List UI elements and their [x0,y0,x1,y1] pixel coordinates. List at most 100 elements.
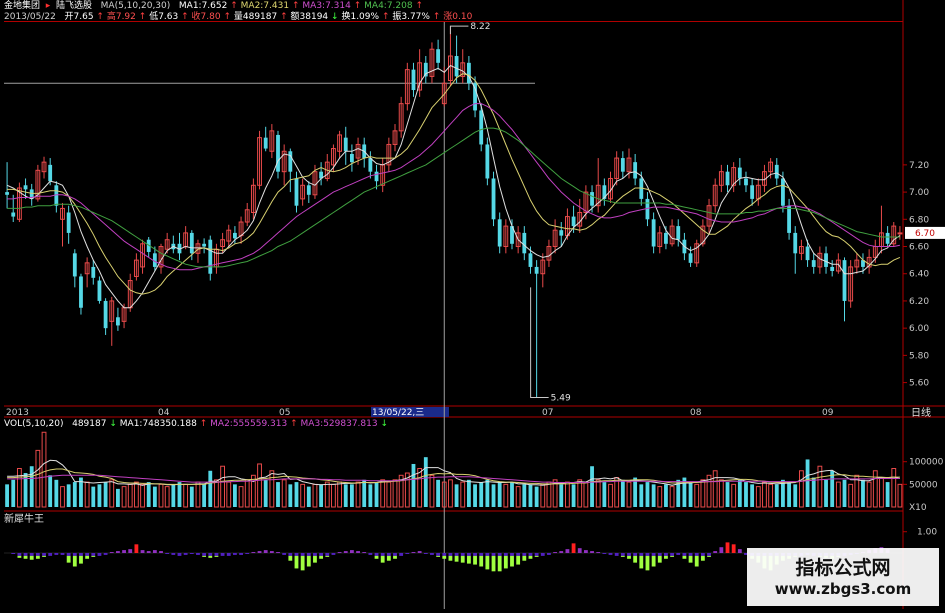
vol-params[interactable]: VOL(5,10,20) [4,419,63,429]
volume-bar-up [250,474,256,508]
indicator-bar-negative [510,555,514,567]
volume-header: VOL(5,10,20) 489187 ↓ MA1:748350.188 ↑ M… [4,419,388,430]
price-tick-label: 5.80 [909,351,929,361]
period-label: 日线 [911,406,931,419]
indicator-bar-negative [23,555,28,559]
indicator-bar-negative [214,555,219,557]
indicator-bar-negative [42,555,46,557]
indicator-bar-cap [294,553,299,556]
indicator-bar-positive [590,551,594,553]
indicator-bar-positive [719,547,724,553]
indicator-bar-negative [633,555,638,563]
price-tick-label: 6.20 [909,297,929,307]
watermark-title: 指标公式网 [795,557,891,579]
indicator-bar-cap [497,553,502,556]
vol-value: 489187 [72,419,107,429]
indicator-bar-negative [430,553,434,555]
candle-down [454,56,459,77]
volume-bar-down [349,484,354,507]
candle-down [651,219,656,247]
indicator-bar-cap [300,553,305,556]
volume-bar-down [208,470,213,507]
indicator-bar-negative [528,555,533,559]
candle-down [306,185,311,195]
volume-bar-up [60,486,65,508]
volume-bar-down [152,486,157,507]
volume-bar-down [497,482,502,507]
stock-name[interactable]: 金地集团 [4,1,40,11]
volume-bar-up [848,483,854,508]
candle-down [885,232,890,244]
ma4-label: MA4:7.208 [364,1,413,11]
arrow-up-icon: ↑ [432,12,441,22]
volume-bar-up [798,470,804,508]
indicator-bar-cap [485,553,490,556]
formula-name[interactable]: 陆飞选股 [56,1,92,11]
indicator-bar-positive [725,542,730,553]
volume-bar-up [380,479,386,508]
volume-bar-up [164,486,170,508]
indicator-bar-negative [331,553,336,555]
volume-bar-down [805,459,810,507]
indicator-bar-negative [664,555,668,559]
indicator-bar-negative [300,555,305,571]
arrow-up-icon: ↑ [280,12,288,22]
indicator-bar-cap [503,553,508,556]
volume-bar-down [72,482,77,507]
indicator-bar-cap [306,553,311,556]
arrow-up-icon: ↑ [199,419,208,429]
volume-bar-up [762,481,767,508]
volume-bar-up [324,481,330,508]
indicator-bar-negative [35,555,40,559]
indicator-bar-cap [91,553,96,556]
volume-bar-down [103,482,108,507]
volume-bar-up [897,483,903,508]
volume-bar-up [312,483,318,508]
indicator-bar-cap [380,553,385,556]
date-tick-label: 09 [822,408,834,418]
indicator-bar-cap [288,553,293,556]
volume-bar-up [244,479,250,508]
volume-bar-up [226,481,232,508]
volume-bar-down [423,457,428,507]
price-tick-label: 7.20 [909,161,929,171]
candle-down [232,232,237,239]
volume-bar-up [269,470,275,508]
volume-bar-down [263,479,268,507]
volume-bar-up [835,481,841,508]
volume-bar-down [651,484,656,507]
indicator-bar-positive [140,550,145,553]
volume-bar-down [66,484,71,507]
date-tick-label: 2013 [6,408,29,418]
volume-bar-up [879,477,884,508]
indicator-bar-negative [479,555,484,567]
indicator-bar-cap [700,553,705,556]
current-price-label: 6.70 [915,229,935,239]
indicator-bar-cap [516,553,521,556]
indicator-bar-negative [547,553,551,555]
indicator-bar-positive [417,551,422,553]
indicator-bar-positive [737,549,742,553]
indicator-bar-cap [620,553,625,556]
candle-down [473,83,477,111]
indicator-bar-negative [651,555,656,567]
candle-down [522,232,527,254]
volume-bar-down [744,482,748,507]
volume-bar-down [146,482,151,507]
indicator-name[interactable]: 新犀牛王 [4,514,44,525]
indicator-bar-negative [448,555,453,561]
indicator-bar-negative [688,555,693,563]
candle-down [676,226,681,240]
indicator-bar-negative [313,555,317,563]
volume-bar-up [84,481,90,508]
volume-bar-down [374,482,379,507]
volume-bar-down [750,484,755,507]
volume-bar-up [133,481,139,508]
arrow-up-icon: ↑ [290,419,298,429]
date-tick-label: 08 [690,408,702,418]
candle-down [294,178,299,206]
volume-bar-up [35,449,41,508]
candle-down [793,232,798,254]
price-tick-label: 6.00 [909,324,929,334]
date-tick-label: 07 [542,408,553,418]
